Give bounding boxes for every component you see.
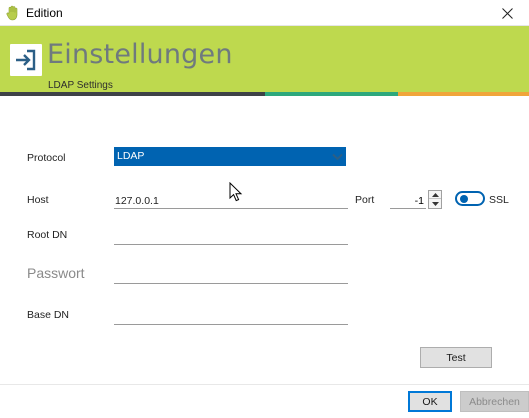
port-label: Port xyxy=(355,194,375,206)
header-stripe-green xyxy=(265,92,398,96)
protocol-select[interactable]: LDAP xyxy=(114,147,346,166)
host-label: Host xyxy=(27,194,49,206)
caret-down-icon xyxy=(431,202,439,206)
ssl-label: SSL xyxy=(489,194,509,206)
ssl-toggle-knob xyxy=(460,195,468,203)
password-input[interactable] xyxy=(114,265,348,284)
root-dn-label: Root DN xyxy=(27,229,68,241)
port-decrement-button[interactable] xyxy=(429,200,441,208)
port-input[interactable] xyxy=(390,190,426,209)
password-label: Passwort xyxy=(27,265,85,281)
port-increment-button[interactable] xyxy=(429,191,441,199)
root-dn-input[interactable] xyxy=(114,226,348,245)
hand-icon xyxy=(6,5,18,21)
ssl-toggle[interactable] xyxy=(455,191,485,206)
test-button[interactable]: Test xyxy=(420,347,492,368)
mouse-cursor-icon xyxy=(229,182,243,202)
port-stepper[interactable] xyxy=(428,190,442,209)
page-subtitle: LDAP Settings xyxy=(48,80,113,91)
cancel-button[interactable]: Abbrechen xyxy=(460,391,529,412)
page-title: Einstellungen xyxy=(47,39,233,70)
protocol-dropdown-button[interactable] xyxy=(327,147,347,166)
base-dn-input[interactable] xyxy=(114,306,348,325)
title-bar: Edition xyxy=(0,0,529,26)
header-stripe-dark xyxy=(0,92,265,96)
header-stripe-orange xyxy=(398,92,529,96)
protocol-label: Protocol xyxy=(27,152,66,164)
close-button[interactable] xyxy=(485,0,529,26)
close-icon xyxy=(501,7,513,19)
caret-up-icon xyxy=(431,192,439,197)
window-title: Edition xyxy=(26,6,63,20)
sign-in-icon xyxy=(10,44,42,76)
ok-button[interactable]: OK xyxy=(408,391,452,412)
chevron-down-icon xyxy=(331,153,343,160)
base-dn-label: Base DN xyxy=(27,309,70,321)
